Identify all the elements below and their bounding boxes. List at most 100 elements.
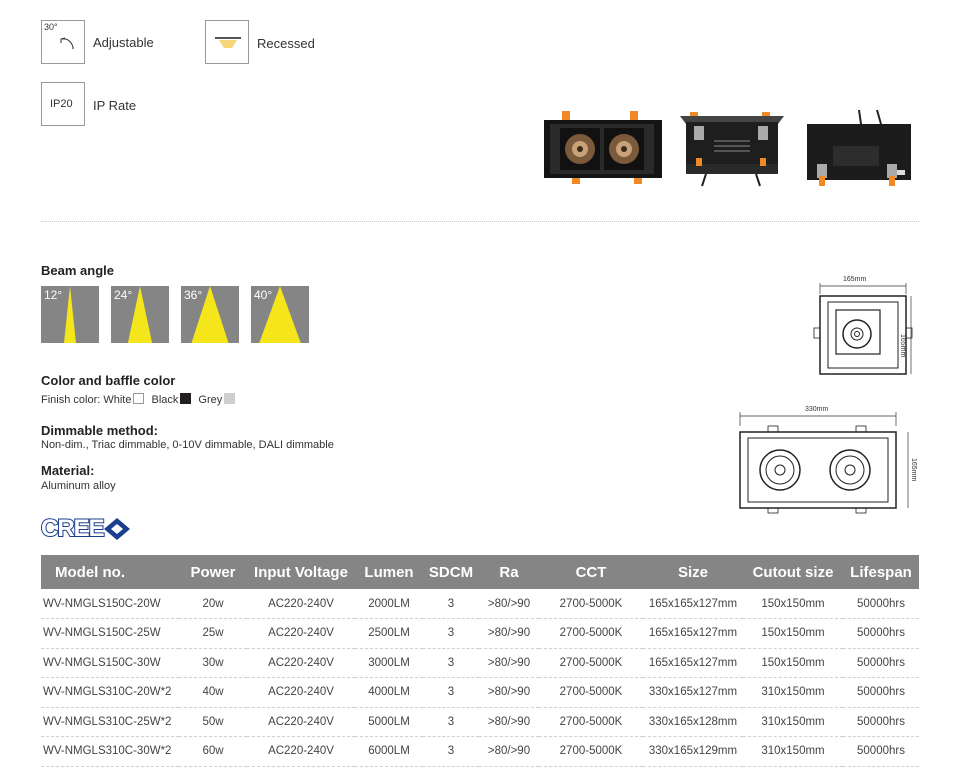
table-cell: >80/>90 bbox=[479, 677, 539, 708]
table-cell: 330x165x129mm bbox=[643, 736, 743, 767]
table-cell: 3 bbox=[423, 648, 479, 678]
product-photo-side bbox=[807, 109, 911, 186]
drawing-double bbox=[739, 412, 909, 514]
table-cell: 310x150mm bbox=[743, 707, 843, 737]
table-cell: WV-NMGLS310C-25W*2 bbox=[41, 707, 179, 737]
adjustable-label: Adjustable bbox=[93, 35, 154, 50]
finish-color-label: Finish color: bbox=[41, 394, 101, 406]
table-cell: 3 bbox=[423, 736, 479, 767]
table-header-cell: SDCM bbox=[423, 555, 479, 589]
table-cell: WV-NMGLS310C-20W*2 bbox=[41, 677, 179, 708]
table-cell: 50000hrs bbox=[843, 618, 919, 649]
beam-tile: 12° bbox=[41, 286, 99, 343]
material-title: Material: bbox=[41, 463, 95, 478]
table-cell: WV-NMGLS150C-30W bbox=[41, 648, 179, 678]
table-cell: 2700-5000K bbox=[539, 618, 643, 649]
table-cell: WV-NMGLS150C-20W bbox=[41, 589, 179, 619]
table-cell: 150x150mm bbox=[743, 618, 843, 649]
beam-tile: 36° bbox=[181, 286, 239, 343]
beam-angle-label: 24° bbox=[114, 288, 133, 302]
table-cell: AC220-240V bbox=[247, 707, 355, 737]
cree-logo-text: CREE bbox=[40, 514, 106, 543]
table-header-cell: Ra bbox=[479, 555, 539, 589]
table-cell: 310x150mm bbox=[743, 736, 843, 767]
table-cell: 2700-5000K bbox=[539, 589, 643, 619]
table-header-cell: Model no. bbox=[41, 555, 179, 589]
table-header-cell: CCT bbox=[539, 555, 643, 589]
table-cell: 330x165x127mm bbox=[643, 677, 743, 708]
table-cell: AC220-240V bbox=[247, 618, 355, 649]
adjustable-tilt-icon bbox=[60, 37, 74, 49]
table-cell: 2500LM bbox=[355, 618, 423, 649]
table-cell: AC220-240V bbox=[247, 677, 355, 708]
beam-angle-label: 12° bbox=[44, 288, 63, 302]
table-cell: 25w bbox=[179, 618, 247, 649]
table-cell: 310x150mm bbox=[743, 677, 843, 708]
ip-rate-box: IP20 bbox=[41, 82, 85, 126]
table-row: WV-NMGLS150C-25W 25w AC220-240V 2500LM 3 >80/… bbox=[41, 618, 919, 649]
table-cell: 150x150mm bbox=[743, 589, 843, 619]
material-text: Aluminum alloy bbox=[41, 480, 116, 492]
product-photo-top bbox=[680, 112, 784, 187]
table-cell: >80/>90 bbox=[479, 618, 539, 649]
recessed-label: Recessed bbox=[257, 36, 315, 51]
finish-color-swatch bbox=[224, 393, 236, 404]
table-cell: 40w bbox=[179, 677, 247, 708]
finish-color-name: White bbox=[103, 394, 132, 406]
ip-rate-label: IP Rate bbox=[93, 98, 137, 113]
finish-color-swatch bbox=[133, 393, 145, 404]
beam-angle-label: 40° bbox=[254, 288, 273, 302]
table-cell: 6000LM bbox=[355, 736, 423, 767]
beam-tile: 40° bbox=[251, 286, 309, 343]
table-header-cell: Cutout size bbox=[743, 555, 843, 589]
finish-color-name: Black bbox=[151, 394, 179, 406]
table-cell: 50w bbox=[179, 707, 247, 737]
color-section-title: Color and baffle color bbox=[41, 373, 176, 388]
drawing-double-width: 330mm bbox=[805, 406, 829, 413]
table-header-cell: Lifespan bbox=[843, 555, 919, 589]
table-cell: WV-NMGLS310C-30W*2 bbox=[41, 736, 179, 767]
dimmable-text: Non-dim., Triac dimmable, 0-10V dimmable… bbox=[41, 439, 334, 451]
beam-angle-title: Beam angle bbox=[41, 263, 114, 278]
table-cell: AC220-240V bbox=[247, 736, 355, 767]
finish-color-options: White Black Grey bbox=[103, 393, 242, 406]
product-photo-front bbox=[544, 111, 662, 184]
table-cell: AC220-240V bbox=[247, 589, 355, 619]
table-cell: 2700-5000K bbox=[539, 677, 643, 708]
table-cell: 50000hrs bbox=[843, 736, 919, 767]
table-row: WV-NMGLS150C-30W 30w AC220-240V 3000LM 3 >80/… bbox=[41, 648, 919, 678]
table-cell: >80/>90 bbox=[479, 648, 539, 678]
table-cell: >80/>90 bbox=[479, 589, 539, 619]
table-cell: 165x165x127mm bbox=[643, 589, 743, 619]
table-cell: 2700-5000K bbox=[539, 648, 643, 678]
table-row: WV-NMGLS310C-30W*2 60w AC220-240V 6000LM 3 >8… bbox=[41, 736, 919, 767]
table-cell: AC220-240V bbox=[247, 648, 355, 678]
table-cell: >80/>90 bbox=[479, 736, 539, 767]
table-cell: 2000LM bbox=[355, 589, 423, 619]
table-row: WV-NMGLS310C-20W*2 40w AC220-240V 4000LM 3 >8… bbox=[41, 677, 919, 708]
table-cell: 330x165x128mm bbox=[643, 707, 743, 737]
table-header-cell: Lumen bbox=[355, 555, 423, 589]
table-cell: >80/>90 bbox=[479, 707, 539, 737]
table-cell: 3 bbox=[423, 589, 479, 619]
table-cell: 3 bbox=[423, 618, 479, 649]
section-divider bbox=[41, 221, 919, 222]
table-cell: WV-NMGLS150C-25W bbox=[41, 618, 179, 649]
table-cell: 50000hrs bbox=[843, 648, 919, 678]
table-header-row: Model no. Power Input Voltage Lumen SDCM Ra CC… bbox=[41, 555, 919, 589]
table-cell: 50000hrs bbox=[843, 677, 919, 708]
finish-color-row: Finish color: White Black Grey bbox=[41, 393, 242, 406]
recessed-light-icon bbox=[215, 37, 241, 48]
table-row: WV-NMGLS310C-25W*2 50w AC220-240V 5000LM 3 >8… bbox=[41, 707, 919, 737]
table-body: WV-NMGLS150C-20W 20w AC220-240V 2000LM 3 >80/… bbox=[41, 589, 919, 767]
drawing-single-height: 165mm bbox=[899, 334, 906, 358]
table-cell: 3000LM bbox=[355, 648, 423, 678]
table-cell: 4000LM bbox=[355, 677, 423, 708]
drawing-single-width: 165mm bbox=[843, 276, 867, 283]
drawing-double-height: 165mm bbox=[910, 458, 917, 482]
drawing-single bbox=[813, 283, 913, 375]
table-header-cell: Size bbox=[643, 555, 743, 589]
table-cell: 3 bbox=[423, 707, 479, 737]
table-cell: 2700-5000K bbox=[539, 736, 643, 767]
table-cell: 2700-5000K bbox=[539, 707, 643, 737]
